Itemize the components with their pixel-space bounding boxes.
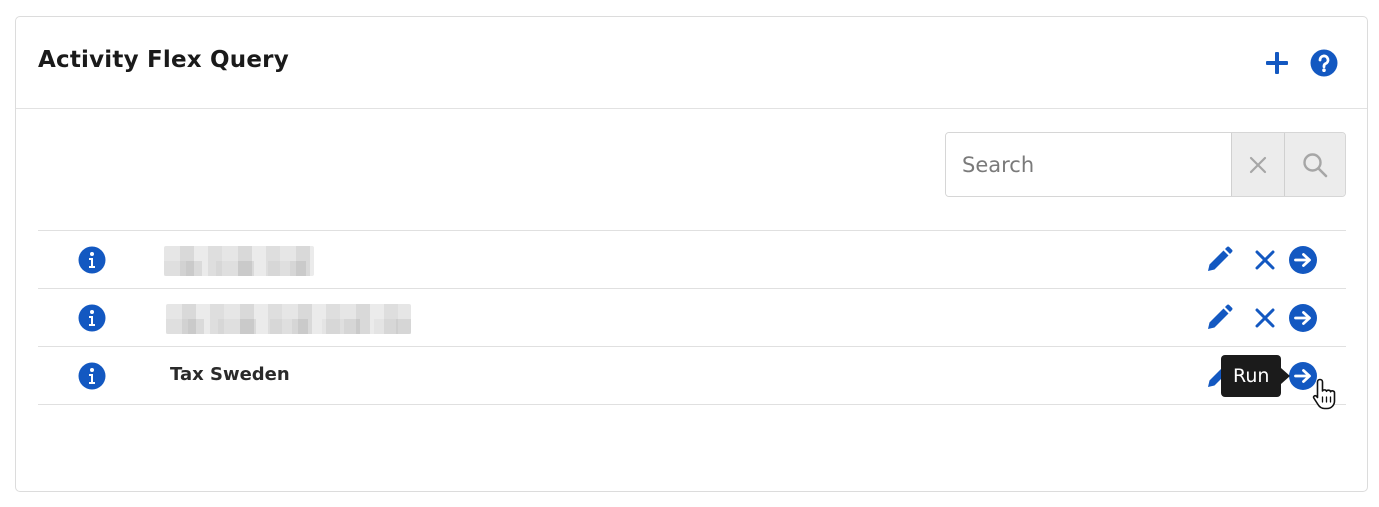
info-circle-icon [78, 246, 106, 274]
delete-query-button[interactable] [1250, 245, 1280, 275]
search-button[interactable] [1284, 133, 1345, 196]
clear-search-button[interactable] [1231, 133, 1284, 196]
run-query-button[interactable] [1288, 303, 1318, 333]
query-row [38, 288, 1346, 346]
query-info-button[interactable] [78, 304, 106, 332]
close-icon [1249, 156, 1267, 173]
edit-query-button[interactable] [1204, 245, 1234, 275]
query-info-button[interactable] [78, 362, 106, 390]
arrow-right-circle-icon [1289, 246, 1317, 274]
help-button[interactable] [1310, 49, 1338, 77]
query-name: Tax Sweden [170, 364, 290, 385]
arrow-right-circle-icon [1289, 304, 1317, 332]
info-circle-icon [78, 304, 106, 332]
run-query-button[interactable] [1288, 245, 1318, 275]
redacted-query-name [166, 304, 411, 334]
info-circle-icon [78, 362, 106, 390]
search-input[interactable] [946, 133, 1231, 196]
redacted-query-name [164, 246, 314, 276]
tooltip-text: Run [1233, 365, 1270, 387]
edit-query-button[interactable] [1204, 303, 1234, 333]
run-tooltip: Run [1221, 355, 1291, 397]
add-query-button[interactable] [1263, 49, 1291, 77]
hand-pointer-cursor-icon [1312, 378, 1336, 410]
search-icon [1303, 152, 1328, 177]
activity-flex-query-panel: Activity Flex Query Search Tax Sweden Ru… [15, 16, 1368, 492]
panel-title: Activity Flex Query [38, 47, 289, 73]
close-icon [1255, 250, 1275, 270]
query-list: Tax Sweden Run [38, 230, 1346, 410]
query-info-button[interactable] [78, 246, 106, 274]
plus-icon [1266, 52, 1288, 74]
panel-header: Activity Flex Query [16, 17, 1367, 109]
pencil-icon [1208, 246, 1233, 271]
query-row [38, 230, 1346, 288]
question-circle-icon [1310, 49, 1338, 77]
query-row: Tax Sweden Run [38, 346, 1346, 410]
delete-query-button[interactable] [1250, 303, 1280, 333]
pencil-icon [1208, 304, 1233, 329]
search-box [945, 132, 1346, 197]
close-icon [1255, 308, 1275, 328]
